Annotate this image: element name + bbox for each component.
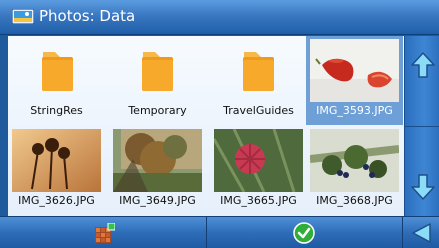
folder-icon — [142, 52, 173, 91]
photos-app-icon — [12, 9, 34, 24]
berries-photo — [310, 129, 399, 192]
item-label: IMG_3626.JPG — [18, 194, 95, 207]
bottom-toolbar — [0, 216, 439, 248]
photo-item-img-3668[interactable]: IMG_3668.JPG — [306, 126, 403, 215]
ok-button[interactable] — [207, 217, 403, 248]
scroll-down-button[interactable] — [405, 126, 439, 216]
item-label: StringRes — [30, 104, 83, 117]
view-mode-button[interactable] — [0, 217, 207, 248]
item-label: IMG_3593.JPG — [316, 104, 393, 117]
red-leaf-photo — [214, 129, 303, 192]
arrow-down-icon — [411, 174, 435, 200]
chili-peppers-photo — [310, 39, 399, 102]
photo-item-img-3593[interactable]: IMG_3593.JPG — [306, 36, 403, 125]
arrow-up-icon — [411, 52, 435, 78]
title-bar: Photos: Data — [0, 0, 439, 35]
photo-browser-grid: StringRes Temporary TravelGuides IMG_359… — [8, 36, 406, 216]
folder-item-temporary[interactable]: Temporary — [109, 36, 206, 125]
photo-item-img-3626[interactable]: IMG_3626.JPG — [8, 126, 105, 215]
photo-item-img-3665[interactable]: IMG_3665.JPG — [210, 126, 307, 215]
photo-item-img-3649[interactable]: IMG_3649.JPG — [109, 126, 206, 215]
item-label: Temporary — [128, 104, 187, 117]
scroll-up-button[interactable] — [405, 36, 439, 127]
checkmark-icon — [293, 222, 315, 244]
photos-screen: Photos: Data StringRes Temporary TravelG… — [0, 0, 439, 248]
dried-flowers-photo — [12, 129, 101, 192]
back-arrow-icon — [412, 223, 431, 243]
folder-item-stringres[interactable]: StringRes — [8, 36, 105, 125]
item-label: IMG_3668.JPG — [316, 194, 393, 207]
folder-icon — [243, 52, 274, 91]
item-label: IMG_3665.JPG — [220, 194, 297, 207]
folder-item-travelguides[interactable]: TravelGuides — [210, 36, 307, 125]
window-title: Photos: Data — [39, 7, 136, 25]
grid-view-icon — [95, 223, 115, 243]
scroll-bar — [404, 36, 439, 216]
item-label: TravelGuides — [223, 104, 294, 117]
folder-icon — [42, 52, 73, 91]
autumn-shrub-photo — [113, 129, 202, 192]
item-label: IMG_3649.JPG — [119, 194, 196, 207]
back-button[interactable] — [403, 217, 439, 248]
